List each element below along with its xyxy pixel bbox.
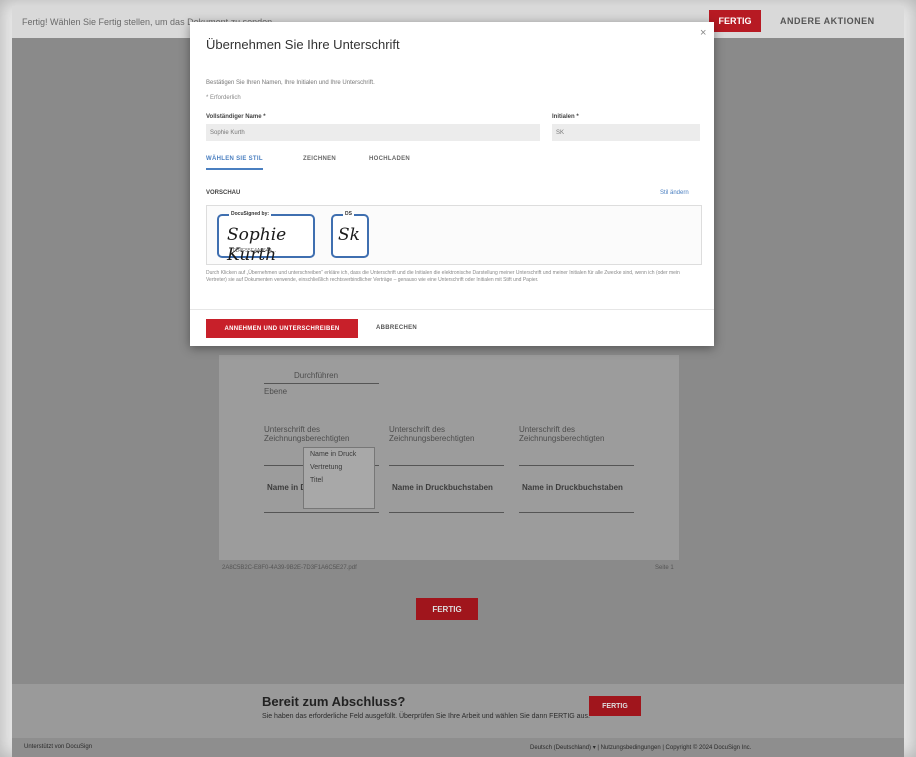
document-id: 2A8C5B2C-E8F0-4A39-9B2E-7D3F1A6C5E27.pdf bbox=[222, 565, 357, 571]
modal-divider bbox=[190, 309, 714, 310]
modal-title: Übernehmen Sie Ihre Unterschrift bbox=[206, 37, 400, 52]
signature-preview-box: DocuSigned by: Sophie Kurth 0D4F55E4A664… bbox=[206, 205, 702, 265]
footer-links[interactable]: Deutsch (Deutschland) ▾ | Nutzungsbeding… bbox=[530, 744, 751, 751]
signature-card: DocuSigned by: Sophie Kurth 0D4F55E4A664… bbox=[217, 211, 315, 265]
adopt-and-sign-button[interactable]: ANNEHMEN UND UNTERSCHREIBEN bbox=[206, 319, 358, 338]
document-page: Durchführen Ebene Unterschrift des Zeich… bbox=[219, 355, 679, 560]
finish-button-bottom[interactable]: FERTIG bbox=[589, 696, 641, 716]
dropdown-option[interactable]: Titel bbox=[304, 474, 374, 487]
initials-card: DS Sk bbox=[331, 211, 369, 258]
tab-draw[interactable]: ZEICHNEN bbox=[303, 156, 336, 162]
change-style-link[interactable]: Stil ändern bbox=[660, 190, 689, 196]
dropdown-option[interactable]: Name in Druck bbox=[304, 448, 374, 461]
full-name-input[interactable]: Sophie Kurth bbox=[206, 124, 540, 141]
modal-intro: Bestätigen Sie Ihren Namen, Ihre Initial… bbox=[206, 80, 375, 86]
initials-text: Sk bbox=[338, 225, 360, 245]
column-3-header: Unterschrift des Zeichnungsberechtigten bbox=[519, 425, 605, 443]
date-field[interactable]: Durchführen bbox=[294, 371, 338, 380]
ready-text: Sie haben das erforderliche Feld ausgefü… bbox=[262, 713, 590, 720]
cancel-button[interactable]: ABBRECHEN bbox=[376, 325, 417, 331]
column-1-header: Unterschrift des Zeichnungsberechtigten bbox=[264, 425, 350, 443]
signature-caption: DocuSigned by: bbox=[229, 211, 272, 217]
finish-button-top[interactable]: FERTIG bbox=[709, 10, 761, 32]
signature-code: 0D4F55E4A664A... bbox=[233, 248, 277, 254]
initials-label: Initialen * bbox=[552, 114, 579, 120]
finish-button-document[interactable]: FERTIG bbox=[416, 598, 478, 620]
initials-input[interactable]: SK bbox=[552, 124, 700, 141]
tab-upload[interactable]: HOCHLADEN bbox=[369, 156, 410, 162]
column-3-name[interactable]: Name in Druckbuchstaben bbox=[522, 483, 623, 492]
full-name-label: Vollständiger Name * bbox=[206, 114, 266, 120]
page-number: Seite 1 bbox=[655, 565, 674, 571]
dropdown-option[interactable]: Vertretung bbox=[304, 461, 374, 474]
page-footer: Unterstützt von DocuSign Deutsch (Deutsc… bbox=[12, 738, 904, 757]
app-frame: Fertig! Wählen Sie Fertig stellen, um da… bbox=[0, 0, 916, 757]
field-type-dropdown[interactable]: Name in Druck Vertretung Titel bbox=[303, 447, 375, 509]
required-note: * Erforderlich bbox=[206, 95, 241, 101]
ready-to-finish-bar: Bereit zum Abschluss? Sie haben das erfo… bbox=[12, 684, 904, 738]
ready-heading: Bereit zum Abschluss? bbox=[262, 694, 406, 709]
place-label: Ebene bbox=[264, 387, 288, 396]
legal-text: Durch Klicken auf „Übernehmen und unters… bbox=[206, 270, 680, 283]
adopt-signature-modal: Übernehmen Sie Ihre Unterschrift × Bestä… bbox=[190, 22, 714, 346]
powered-by: Unterstützt von DocuSign bbox=[24, 744, 93, 750]
tab-select-style[interactable]: WÄHLEN SIE STIL bbox=[206, 156, 263, 170]
column-2-name[interactable]: Name in Druckbuchstaben bbox=[392, 483, 493, 492]
other-actions-menu[interactable]: ANDERE AKTIONEN bbox=[780, 16, 875, 26]
signature-text: Sophie Kurth bbox=[227, 225, 287, 265]
preview-label: VORSCHAU bbox=[206, 190, 241, 196]
initials-caption: DS bbox=[343, 211, 354, 217]
close-icon[interactable]: × bbox=[700, 27, 706, 39]
column-2-header: Unterschrift des Zeichnungsberechtigten bbox=[389, 425, 475, 443]
